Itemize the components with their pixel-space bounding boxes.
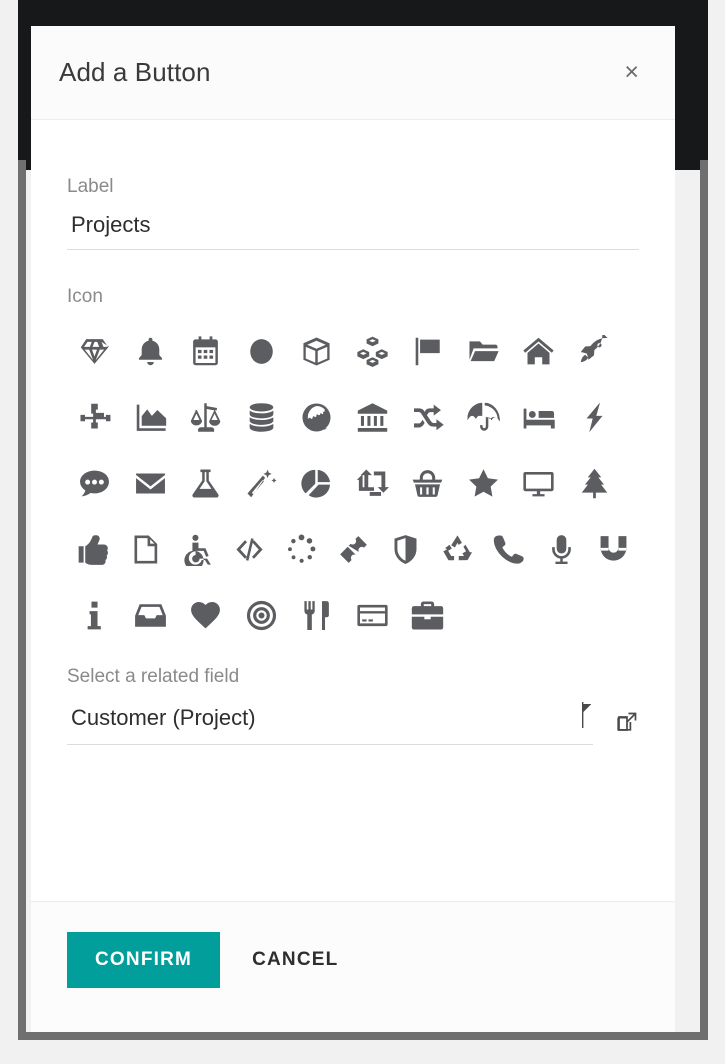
database-icon[interactable] xyxy=(234,388,290,446)
page-backdrop-left xyxy=(18,160,26,1040)
icon-row xyxy=(67,322,639,380)
open-in-new-icon[interactable] xyxy=(615,710,639,739)
icon-row xyxy=(67,454,639,512)
dialog-footer: CONFIRM CANCEL xyxy=(31,901,675,1032)
folder-open-icon[interactable] xyxy=(456,322,512,380)
retweet-icon[interactable] xyxy=(345,454,401,512)
icon-row xyxy=(67,586,639,644)
area-chart-icon[interactable] xyxy=(123,388,179,446)
dialog-title: Add a Button xyxy=(59,57,211,87)
cutlery-icon[interactable] xyxy=(289,586,345,644)
wheelchair-icon[interactable] xyxy=(171,520,223,578)
recycle-icon[interactable] xyxy=(431,520,483,578)
credit-card-icon[interactable] xyxy=(345,586,401,644)
bank-icon[interactable] xyxy=(345,388,401,446)
sitemap-icon[interactable] xyxy=(67,388,123,446)
confirm-button[interactable]: CONFIRM xyxy=(67,932,221,988)
label-field-caption: Label xyxy=(67,176,114,197)
label-input[interactable] xyxy=(67,212,639,250)
related-field-value: Customer (Project) xyxy=(71,704,256,730)
add-button-dialog: Add a Button × Label Icon xyxy=(31,26,675,1032)
calendar-icon[interactable] xyxy=(178,322,234,380)
icon-row xyxy=(67,520,639,578)
file-icon[interactable] xyxy=(119,520,171,578)
flask-icon[interactable] xyxy=(178,454,234,512)
bullseye-icon[interactable] xyxy=(234,586,290,644)
related-field-group: Select a related field Customer (Project… xyxy=(67,666,639,745)
magnet-icon[interactable] xyxy=(587,520,639,578)
thumbs-up-icon[interactable] xyxy=(67,520,119,578)
page-backdrop-bottom xyxy=(18,1032,708,1040)
icon-picker-grid xyxy=(67,322,639,644)
shuffle-icon[interactable] xyxy=(400,388,456,446)
flag-icon[interactable] xyxy=(400,322,456,380)
icon-field-caption: Icon xyxy=(67,286,103,307)
page-backdrop-right xyxy=(700,160,708,1040)
phone-icon[interactable] xyxy=(483,520,535,578)
dialog-body: Label Icon xyxy=(31,120,675,901)
comment-icon[interactable] xyxy=(67,454,123,512)
umbrella-icon[interactable] xyxy=(456,388,512,446)
pie-chart-icon[interactable] xyxy=(289,454,345,512)
balance-scale-icon[interactable] xyxy=(178,388,234,446)
globe-icon[interactable] xyxy=(289,388,345,446)
inbox-icon[interactable] xyxy=(123,586,179,644)
star-icon[interactable] xyxy=(456,454,512,512)
code-icon[interactable] xyxy=(223,520,275,578)
rocket-icon[interactable] xyxy=(567,322,623,380)
microphone-icon[interactable] xyxy=(535,520,587,578)
basket-icon[interactable] xyxy=(400,454,456,512)
bell-icon[interactable] xyxy=(123,322,179,380)
desktop-icon[interactable] xyxy=(511,454,567,512)
bed-icon[interactable] xyxy=(511,388,567,446)
diamond-icon[interactable] xyxy=(67,322,123,380)
heart-icon[interactable] xyxy=(178,586,234,644)
close-icon[interactable]: × xyxy=(618,56,645,89)
related-field-caption: Select a related field xyxy=(67,666,240,687)
shield-icon[interactable] xyxy=(379,520,431,578)
cancel-button[interactable]: CANCEL xyxy=(226,932,364,988)
info-icon[interactable] xyxy=(67,586,123,644)
cube-icon[interactable] xyxy=(289,322,345,380)
bolt-icon[interactable] xyxy=(567,388,623,446)
home-icon[interactable] xyxy=(511,322,567,380)
spinner-icon[interactable] xyxy=(275,520,327,578)
related-field-select[interactable]: Customer (Project) xyxy=(67,702,593,745)
briefcase-icon[interactable] xyxy=(400,586,456,644)
envelope-icon[interactable] xyxy=(123,454,179,512)
magic-wand-icon[interactable] xyxy=(234,454,290,512)
dialog-header: Add a Button × xyxy=(31,26,675,120)
tree-icon[interactable] xyxy=(567,454,623,512)
dropdown-caret-icon xyxy=(573,702,593,733)
ticket-icon[interactable] xyxy=(327,520,379,578)
circle-icon[interactable] xyxy=(234,322,290,380)
icon-row xyxy=(67,388,639,446)
cubes-icon[interactable] xyxy=(345,322,401,380)
